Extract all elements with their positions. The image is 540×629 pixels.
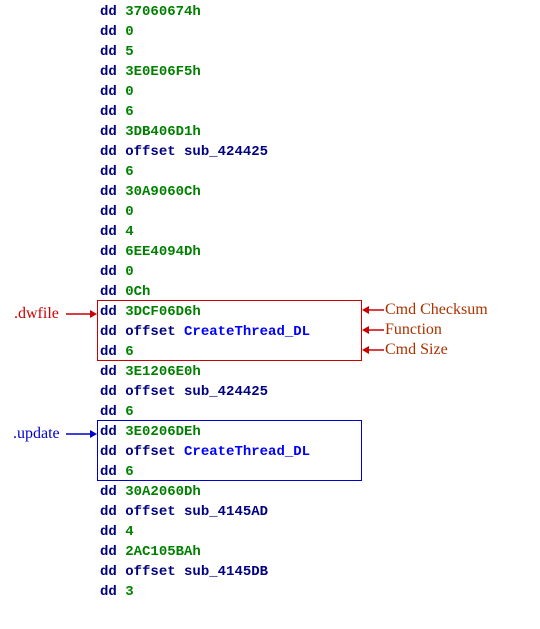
asm-line: dd offset sub_424425 xyxy=(100,382,310,402)
arrow-checksum-icon xyxy=(362,303,384,317)
arrow-cmdsize-icon xyxy=(362,343,384,357)
asm-line: dd offset sub_4145AD xyxy=(100,502,310,522)
arrow-function-icon xyxy=(362,323,384,337)
asm-line: dd offset sub_424425 xyxy=(100,142,310,162)
asm-line: dd offset sub_4145DB xyxy=(100,562,310,582)
asm-line: dd 6 xyxy=(100,342,310,362)
asm-line: dd 3 xyxy=(100,582,310,602)
asm-line: dd 0 xyxy=(100,202,310,222)
asm-line: dd 3E0E06F5h xyxy=(100,62,310,82)
asm-line: dd offset CreateThread_DL xyxy=(100,442,310,462)
asm-line: dd 0 xyxy=(100,22,310,42)
asm-line: dd 0 xyxy=(100,262,310,282)
asm-line: dd 4 xyxy=(100,222,310,242)
arrow-update-icon xyxy=(66,427,98,441)
update-label: .update xyxy=(13,425,60,443)
asm-line: dd 6 xyxy=(100,462,310,482)
asm-line: dd 6 xyxy=(100,102,310,122)
asm-line: dd 2AC105BAh xyxy=(100,542,310,562)
asm-line: dd 0 xyxy=(100,82,310,102)
asm-line: dd 37060674h xyxy=(100,2,310,22)
asm-line: dd 3DB406D1h xyxy=(100,122,310,142)
asm-line: dd 3DCF06D6h xyxy=(100,302,310,322)
asm-line: dd 0Ch xyxy=(100,282,310,302)
asm-line: dd 3E0206DEh xyxy=(100,422,310,442)
asm-line: dd 30A2060Dh xyxy=(100,482,310,502)
cmd-size-label: Cmd Size xyxy=(385,341,448,359)
dwfile-label: .dwfile xyxy=(14,305,59,323)
asm-line: dd 4 xyxy=(100,522,310,542)
asm-line: dd offset CreateThread_DL xyxy=(100,322,310,342)
cmd-checksum-label: Cmd Checksum xyxy=(385,301,488,319)
asm-line: dd 6EE4094Dh xyxy=(100,242,310,262)
asm-line: dd 6 xyxy=(100,162,310,182)
asm-line: dd 6 xyxy=(100,402,310,422)
function-label: Function xyxy=(385,321,442,339)
arrow-dwfile-icon xyxy=(66,307,98,321)
asm-line: dd 3E1206E0h xyxy=(100,362,310,382)
asm-line: dd 5 xyxy=(100,42,310,62)
disassembly-listing: dd 37060674hdd 0dd 5dd 3E0E06F5hdd 0dd 6… xyxy=(100,2,310,602)
asm-line: dd 30A9060Ch xyxy=(100,182,310,202)
